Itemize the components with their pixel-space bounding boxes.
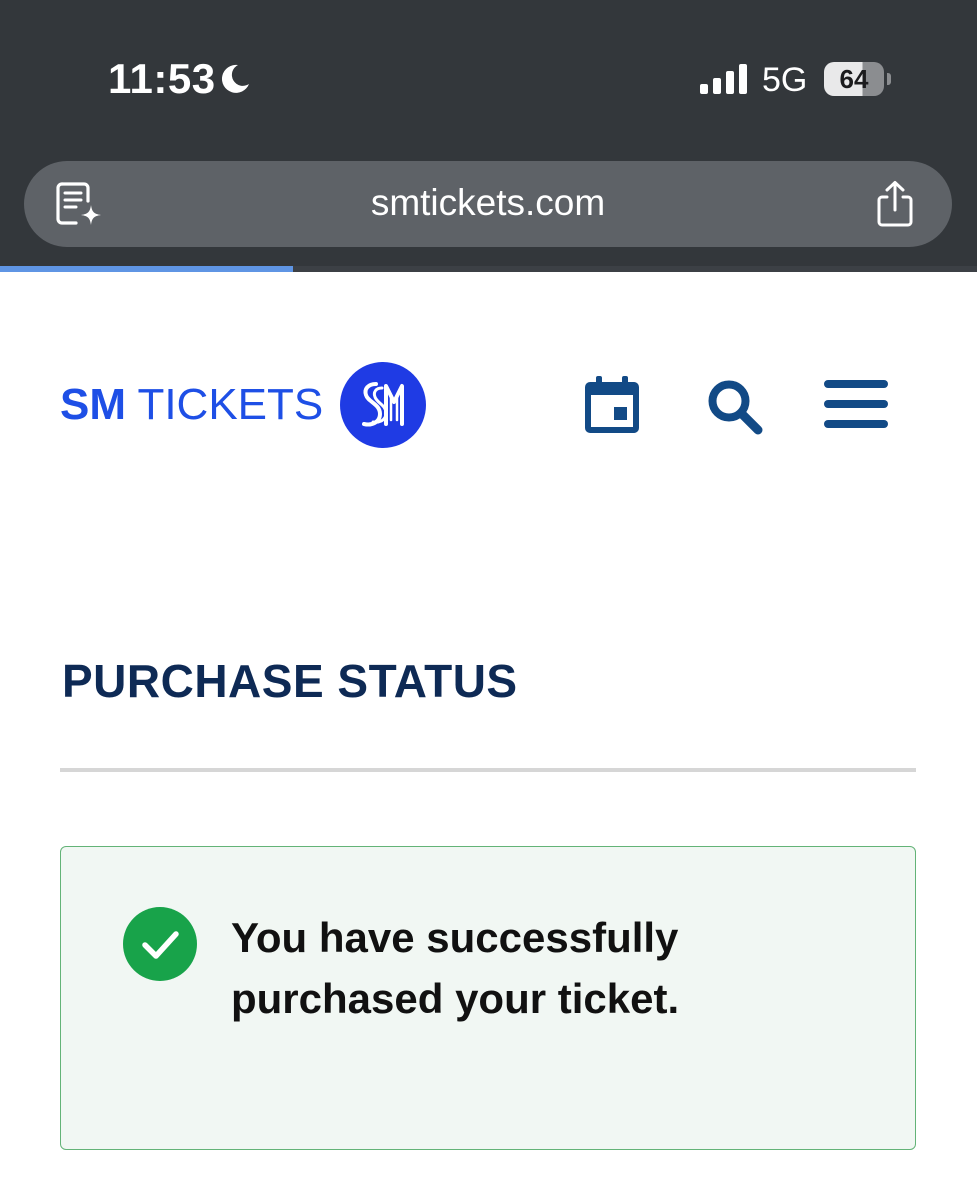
url-text: smtickets.com bbox=[370, 182, 606, 223]
moon-icon bbox=[221, 64, 249, 93]
page-load-progress bbox=[0, 266, 977, 272]
success-message: You have successfully purchased your tic… bbox=[231, 914, 680, 1022]
calendar-icon[interactable] bbox=[584, 376, 640, 434]
battery-level: 64 bbox=[839, 64, 869, 94]
logo-wordmark: SM TICKETS bbox=[60, 382, 323, 428]
sm-emblem-icon bbox=[340, 362, 426, 448]
title-divider bbox=[60, 768, 916, 772]
success-alert: You have successfully purchased your tic… bbox=[60, 846, 916, 1150]
network-label: 5G bbox=[762, 61, 808, 99]
share-icon[interactable] bbox=[870, 179, 920, 229]
search-icon[interactable] bbox=[706, 378, 764, 436]
battery-tip bbox=[887, 73, 891, 85]
reader-icon[interactable] bbox=[54, 179, 106, 231]
signal-icon bbox=[700, 64, 747, 94]
page-load-progress-fill bbox=[0, 266, 294, 272]
check-circle-icon bbox=[123, 907, 197, 981]
address-bar[interactable]: smtickets.com bbox=[24, 161, 952, 247]
page-title: PURCHASE STATUS bbox=[62, 655, 518, 707]
logo-wordmark-sm: SM bbox=[60, 380, 126, 429]
browser-chrome: 11:53 5G 64 smtickets.com bbox=[0, 0, 977, 272]
status-time: 11:53 bbox=[108, 55, 216, 102]
battery-indicator: 64 bbox=[824, 62, 884, 96]
menu-icon[interactable] bbox=[824, 380, 888, 428]
logo-wordmark-tickets: TICKETS bbox=[137, 380, 324, 429]
